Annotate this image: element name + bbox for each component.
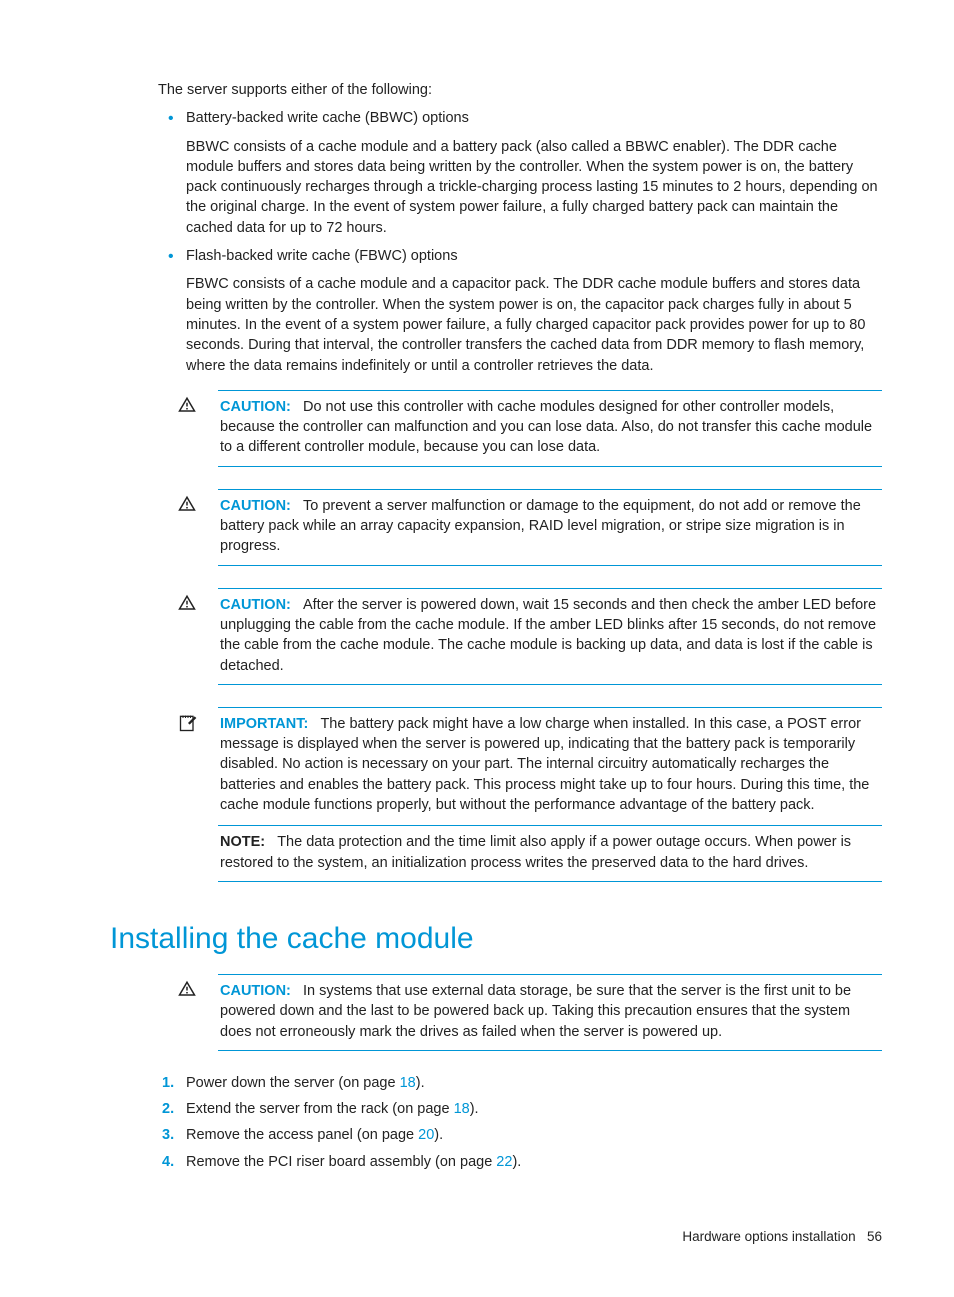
callout-text <box>295 597 303 613</box>
caution-callout: CAUTION: To prevent a server malfunction… <box>178 489 882 566</box>
caution-icon <box>178 974 202 1004</box>
callout-content: NOTE: The data protection and the time l… <box>218 825 882 882</box>
option-list: Battery-backed write cache (BBWC) option… <box>158 108 882 376</box>
step-text: ). <box>512 1154 521 1170</box>
callout-label: CAUTION: <box>220 498 291 514</box>
callout-content: CAUTION: In systems that use external da… <box>218 974 882 1051</box>
caution-callout: CAUTION: After the server is powered dow… <box>178 588 882 685</box>
important-callout: IMPORTANT: The battery pack might have a… <box>178 707 882 825</box>
callout-content: IMPORTANT: The battery pack might have a… <box>218 707 882 825</box>
callout-content: CAUTION: To prevent a server malfunction… <box>218 489 882 566</box>
steps-list: Power down the server (on page 18). Exte… <box>158 1073 882 1172</box>
step-text: Power down the server (on page <box>186 1075 400 1091</box>
page-ref-link[interactable]: 18 <box>400 1075 416 1091</box>
step-item: Power down the server (on page 18). <box>186 1073 882 1093</box>
page-footer: Hardware options installation 56 <box>110 1228 882 1247</box>
footer-page-number: 56 <box>867 1229 882 1244</box>
option-body: BBWC consists of a cache module and a ba… <box>186 137 882 238</box>
note-icon-placeholder <box>178 825 202 831</box>
callout-text: Do not use this controller with cache mo… <box>220 399 872 456</box>
step-item: Remove the access panel (on page 20). <box>186 1125 882 1145</box>
section-heading: Installing the cache module <box>110 918 882 960</box>
callout-text: To prevent a server malfunction or damag… <box>220 498 861 555</box>
callout-text <box>269 834 277 850</box>
page-ref-link[interactable]: 20 <box>418 1127 434 1143</box>
callout-text <box>295 399 303 415</box>
callout-text: The data protection and the time limit a… <box>220 834 851 870</box>
important-icon <box>178 707 202 739</box>
footer-title: Hardware options installation <box>682 1229 855 1244</box>
callout-label: CAUTION: <box>220 399 291 415</box>
intro-text: The server supports either of the follow… <box>158 80 882 100</box>
step-text: Remove the access panel (on page <box>186 1127 418 1143</box>
callout-label: CAUTION: <box>220 983 291 999</box>
option-body: FBWC consists of a cache module and a ca… <box>186 274 882 375</box>
page-ref-link[interactable]: 22 <box>496 1154 512 1170</box>
caution-icon <box>178 390 202 420</box>
callout-text <box>295 983 303 999</box>
option-title: Flash-backed write cache (FBWC) options <box>186 246 882 266</box>
step-text: Remove the PCI riser board assembly (on … <box>186 1154 496 1170</box>
page-ref-link[interactable]: 18 <box>454 1101 470 1117</box>
option-title: Battery-backed write cache (BBWC) option… <box>186 108 882 128</box>
caution-icon <box>178 588 202 618</box>
callout-content: CAUTION: Do not use this controller with… <box>218 390 882 467</box>
step-text: ). <box>434 1127 443 1143</box>
list-item: Flash-backed write cache (FBWC) options … <box>186 246 882 376</box>
callout-label: NOTE: <box>220 834 265 850</box>
caution-callout: CAUTION: In systems that use external da… <box>178 974 882 1051</box>
callout-text <box>295 498 303 514</box>
callout-content: CAUTION: After the server is powered dow… <box>218 588 882 685</box>
step-text: ). <box>470 1101 479 1117</box>
step-text: ). <box>416 1075 425 1091</box>
callout-label: CAUTION: <box>220 597 291 613</box>
step-item: Remove the PCI riser board assembly (on … <box>186 1152 882 1172</box>
step-item: Extend the server from the rack (on page… <box>186 1099 882 1119</box>
callout-text: After the server is powered down, wait 1… <box>220 597 876 674</box>
step-text: Extend the server from the rack (on page <box>186 1101 454 1117</box>
caution-callout: CAUTION: Do not use this controller with… <box>178 390 882 467</box>
callout-text: In systems that use external data storag… <box>220 983 851 1040</box>
caution-icon <box>178 489 202 519</box>
list-item: Battery-backed write cache (BBWC) option… <box>186 108 882 238</box>
callout-label: IMPORTANT: <box>220 716 308 732</box>
note-callout: NOTE: The data protection and the time l… <box>178 825 882 882</box>
